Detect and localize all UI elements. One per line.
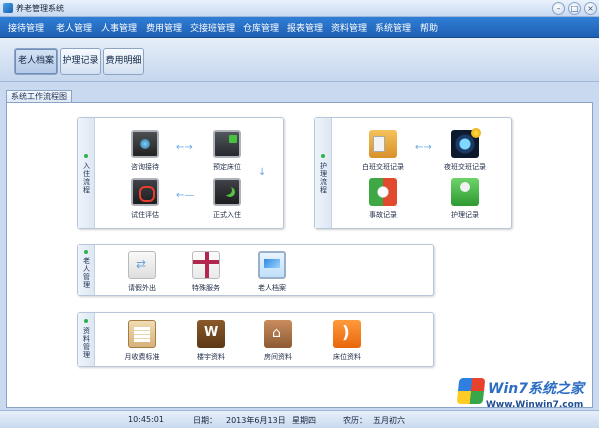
group-sidebar: 老人管理 bbox=[78, 245, 95, 295]
nursing-record-button[interactable]: 护理记录 bbox=[60, 48, 101, 75]
item-accident-record[interactable]: 事故记录 bbox=[353, 178, 413, 220]
item-building-info[interactable]: 楼宇资料 bbox=[181, 320, 241, 362]
menu-warehouse[interactable]: 仓库管理 bbox=[243, 21, 279, 34]
screen-icon bbox=[258, 251, 286, 279]
window-title: 养老管理系统 bbox=[16, 4, 64, 13]
item-room-info[interactable]: 房间资料 bbox=[248, 320, 308, 362]
item-consult-reception[interactable]: 咨询接待 bbox=[115, 130, 175, 172]
item-label: 白班交班记录 bbox=[362, 163, 404, 171]
usb-icon bbox=[128, 251, 156, 279]
menu-resources[interactable]: 资料管理 bbox=[331, 21, 367, 34]
maximize-icon[interactable]: □ bbox=[568, 2, 581, 15]
menu-elder[interactable]: 老人管理 bbox=[56, 21, 92, 34]
bullet-icon bbox=[84, 154, 88, 158]
monitor-icon bbox=[131, 130, 159, 158]
item-label: 预定床位 bbox=[213, 163, 241, 171]
calendar-icon bbox=[128, 320, 156, 348]
item-special-service[interactable]: 特殊服务 bbox=[176, 251, 236, 293]
bullet-icon bbox=[321, 154, 325, 158]
menu-bar: 接待管理 老人管理 人事管理 费用管理 交接班管理 仓库管理 报表管理 资料管理… bbox=[0, 17, 599, 38]
gift-icon bbox=[192, 251, 220, 279]
refresh-icon bbox=[369, 178, 397, 206]
item-label: 护理记录 bbox=[451, 211, 479, 219]
item-leave-outing[interactable]: 请假外出 bbox=[112, 251, 172, 293]
close-icon[interactable]: × bbox=[584, 2, 597, 15]
item-reserve-bed[interactable]: 预定床位 bbox=[197, 130, 257, 172]
arrow-down-icon: ↓ bbox=[258, 167, 267, 178]
item-label: 夜班交班记录 bbox=[444, 163, 486, 171]
status-lunar-label: 农历： bbox=[343, 416, 367, 425]
item-label: 月收费标准 bbox=[124, 353, 160, 361]
menu-reception[interactable]: 接待管理 bbox=[8, 21, 44, 34]
status-date: 2013年6月13日 bbox=[226, 416, 286, 425]
item-label: 床位资料 bbox=[333, 353, 361, 361]
item-label: 正式入住 bbox=[213, 211, 241, 219]
bullet-icon bbox=[84, 250, 88, 254]
menu-hr[interactable]: 人事管理 bbox=[101, 21, 137, 34]
item-bed-info[interactable]: 床位资料 bbox=[317, 320, 377, 362]
item-day-shift-record[interactable]: 白班交班记录 bbox=[353, 130, 413, 172]
admission-group-label: 入住流程 bbox=[83, 162, 90, 194]
house-icon bbox=[264, 320, 292, 348]
watermark: Win7系统之家 Www.Winwin7.com bbox=[456, 376, 596, 424]
menu-help[interactable]: 帮助 bbox=[420, 21, 438, 34]
minimize-icon[interactable]: – bbox=[552, 2, 565, 15]
item-label: 请假外出 bbox=[128, 284, 156, 292]
item-label: 事故记录 bbox=[369, 211, 397, 219]
item-elder-archive[interactable]: 老人档案 bbox=[242, 251, 302, 293]
group-sidebar: 入住流程 bbox=[78, 118, 95, 228]
arrow-both-icon: ←→ bbox=[415, 142, 432, 153]
item-formal-admission[interactable]: 正式入住 bbox=[197, 178, 257, 220]
power-icon bbox=[131, 178, 159, 206]
windows-logo-icon bbox=[456, 378, 486, 404]
group-sidebar: 护理流程 bbox=[315, 118, 332, 228]
watermark-title: Win7系统之家 bbox=[488, 381, 584, 397]
item-night-shift-record[interactable]: 夜班交班记录 bbox=[435, 128, 495, 172]
item-label: 老人档案 bbox=[258, 284, 286, 292]
item-trial-assessment[interactable]: 试住评估 bbox=[115, 178, 175, 220]
menu-shift[interactable]: 交接班管理 bbox=[190, 21, 235, 34]
menu-fees[interactable]: 费用管理 bbox=[146, 21, 182, 34]
person-icon bbox=[451, 178, 479, 206]
status-lunar: 五月初六 bbox=[373, 416, 405, 425]
title-bar: 养老管理系统 – □ × bbox=[0, 0, 599, 17]
workflow-canvas: 入住流程 咨询接待 预定床位 试住评估 正式入住 ←→ ↓ ←— 护理流程 白班 bbox=[6, 102, 593, 408]
nursing-group-label: 护理流程 bbox=[320, 162, 327, 194]
menu-system[interactable]: 系统管理 bbox=[375, 21, 411, 34]
folder-icon bbox=[369, 130, 397, 158]
moon-icon bbox=[213, 178, 241, 206]
bullet-icon bbox=[84, 319, 88, 323]
elder-archive-button[interactable]: 老人档案 bbox=[14, 48, 58, 75]
admission-group: 入住流程 咨询接待 预定床位 试住评估 正式入住 ←→ ↓ ←— bbox=[77, 117, 284, 229]
status-time: 10:45:01 bbox=[128, 415, 164, 424]
group-sidebar: 资料管理 bbox=[78, 313, 95, 366]
status-weekday: 星期四 bbox=[292, 416, 316, 425]
rss-icon bbox=[333, 320, 361, 348]
item-nursing-record[interactable]: 护理记录 bbox=[435, 178, 495, 220]
arrow-left-icon: ←— bbox=[176, 190, 195, 201]
item-monthly-fee-standard[interactable]: 月收费标准 bbox=[112, 320, 172, 362]
elder-group-label: 老人管理 bbox=[83, 257, 90, 289]
item-label: 咨询接待 bbox=[131, 163, 159, 171]
arrow-right-icon: ←→ bbox=[176, 142, 193, 153]
status-date-label: 日期： bbox=[193, 416, 217, 425]
menu-reports[interactable]: 报表管理 bbox=[287, 21, 323, 34]
item-label: 试住评估 bbox=[131, 211, 159, 219]
camera-icon bbox=[451, 128, 481, 158]
watermark-url: Www.Winwin7.com bbox=[486, 400, 584, 410]
lock-icon bbox=[213, 130, 241, 158]
fee-detail-button[interactable]: 费用明细 bbox=[103, 48, 144, 75]
resource-group: 资料管理 月收费标准 楼宇资料 房间资料 床位资料 bbox=[77, 312, 434, 367]
elder-group: 老人管理 请假外出 特殊服务 老人档案 bbox=[77, 244, 434, 296]
toolbar: 老人档案 护理记录 费用明细 bbox=[0, 38, 599, 82]
item-label: 房间资料 bbox=[264, 353, 292, 361]
item-label: 特殊服务 bbox=[192, 284, 220, 292]
window-controls: – □ × bbox=[552, 2, 597, 15]
app-icon bbox=[3, 3, 13, 13]
w-icon bbox=[197, 320, 225, 348]
nursing-group: 护理流程 白班交班记录 夜班交班记录 事故记录 护理记录 ←→ bbox=[314, 117, 512, 229]
item-label: 楼宇资料 bbox=[197, 353, 225, 361]
resource-group-label: 资料管理 bbox=[83, 327, 90, 359]
